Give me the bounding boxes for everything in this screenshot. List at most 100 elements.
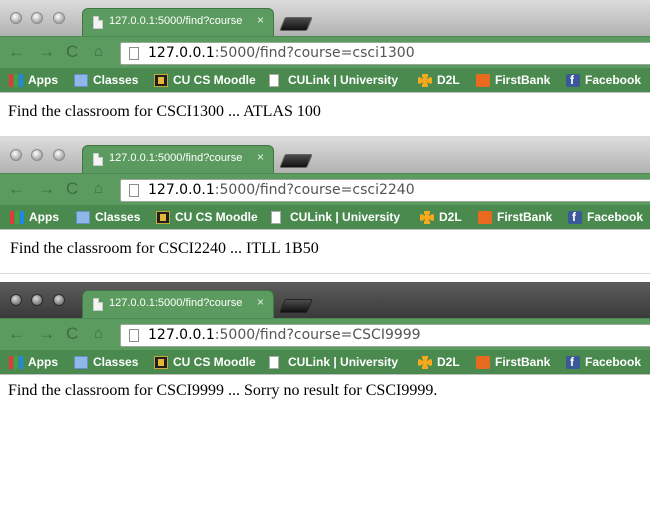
folder-icon bbox=[74, 356, 88, 369]
browser-window-1: 127.0.0.1:5000/find?course × ← → C ⌂ 127… bbox=[0, 0, 650, 137]
firstbank-icon bbox=[476, 74, 490, 87]
folder-icon bbox=[74, 74, 88, 87]
bookmark-label: Classes bbox=[95, 210, 141, 224]
minimize-window-button[interactable] bbox=[31, 294, 43, 306]
facebook-icon bbox=[566, 355, 580, 369]
home-icon[interactable]: ⌂ bbox=[94, 180, 103, 198]
page-icon bbox=[269, 74, 279, 87]
bookmark-label: D2L bbox=[437, 355, 460, 369]
bookmark-label: Apps bbox=[29, 210, 59, 224]
apps-grid-icon bbox=[10, 211, 24, 224]
url-host: 127.0.0.1 bbox=[148, 327, 215, 343]
facebook-icon bbox=[568, 210, 582, 224]
bookmark-culink[interactable]: CULink | University o bbox=[269, 73, 401, 89]
page-icon bbox=[93, 298, 103, 311]
back-icon[interactable]: ← bbox=[8, 325, 25, 343]
bookmark-label: CULink | University o bbox=[288, 355, 401, 369]
bookmark-label: Classes bbox=[93, 73, 139, 87]
page-icon bbox=[129, 184, 139, 197]
page-icon bbox=[93, 153, 103, 166]
bookmark-label: D2L bbox=[437, 73, 460, 87]
minimize-window-button[interactable] bbox=[31, 12, 43, 24]
tab-close-icon[interactable]: × bbox=[257, 295, 264, 309]
bookmark-culink[interactable]: CULink | University o bbox=[269, 355, 401, 371]
bookmark-label: D2L bbox=[439, 210, 462, 224]
minimize-window-button[interactable] bbox=[31, 149, 43, 161]
result-text: Find the classroom for CSCI2240 ... ITLL… bbox=[10, 240, 319, 257]
page-icon bbox=[93, 16, 103, 29]
forward-icon[interactable]: → bbox=[38, 180, 55, 198]
forward-icon[interactable]: → bbox=[38, 43, 55, 61]
bookmark-label: Apps bbox=[28, 73, 58, 87]
tab-title: 127.0.0.1:5000/find?course bbox=[109, 297, 243, 309]
tab-close-icon[interactable]: × bbox=[257, 13, 264, 27]
url-text: 127.0.0.1:5000/find?course=csci1300 bbox=[148, 45, 415, 61]
home-icon[interactable]: ⌂ bbox=[94, 43, 103, 61]
d2l-icon bbox=[420, 211, 434, 224]
reload-icon[interactable]: C bbox=[66, 43, 78, 61]
bookmark-label: CU CS Moodle bbox=[175, 210, 258, 224]
tab-title: 127.0.0.1:5000/find?course bbox=[109, 15, 243, 27]
firstbank-icon bbox=[478, 211, 492, 224]
back-icon[interactable]: ← bbox=[8, 180, 25, 198]
title-bar: 127.0.0.1:5000/find?course × bbox=[0, 282, 650, 318]
back-icon[interactable]: ← bbox=[8, 43, 25, 61]
new-tab-button[interactable] bbox=[279, 299, 313, 313]
d2l-icon bbox=[418, 74, 432, 87]
page-icon bbox=[271, 211, 281, 224]
browser-window-3: 127.0.0.1:5000/find?course × ← → C ⌂ 127… bbox=[0, 282, 650, 507]
zoom-window-button[interactable] bbox=[53, 149, 65, 161]
cu-logo-icon bbox=[154, 74, 168, 87]
firstbank-icon bbox=[476, 356, 490, 369]
address-bar[interactable]: 127.0.0.1:5000/find?course=csci2240 bbox=[120, 179, 650, 202]
url-text: 127.0.0.1:5000/find?course=csci2240 bbox=[148, 182, 415, 198]
toolbar: ← → C ⌂ 127.0.0.1:5000/find?course=csci2… bbox=[0, 173, 650, 205]
title-bar: 127.0.0.1:5000/find?course × bbox=[0, 0, 650, 36]
url-text: 127.0.0.1:5000/find?course=CSCI9999 bbox=[148, 327, 421, 343]
home-icon[interactable]: ⌂ bbox=[94, 325, 103, 343]
folder-icon bbox=[76, 211, 90, 224]
page-icon bbox=[129, 329, 139, 342]
bookmark-label: Facebook bbox=[585, 73, 642, 87]
url-path: :5000/find?course=csci2240 bbox=[214, 182, 415, 198]
bookmark-label: FirstBank bbox=[495, 355, 551, 369]
bookmark-label: Facebook bbox=[587, 210, 644, 224]
zoom-window-button[interactable] bbox=[53, 12, 65, 24]
browser-window-2: 127.0.0.1:5000/find?course × ← → C ⌂ 127… bbox=[0, 137, 650, 282]
browser-tab[interactable]: 127.0.0.1:5000/find?course × bbox=[82, 290, 274, 318]
new-tab-button[interactable] bbox=[279, 154, 313, 168]
d2l-icon bbox=[418, 356, 432, 369]
reload-icon[interactable]: C bbox=[66, 180, 78, 198]
apps-grid-icon bbox=[9, 356, 23, 369]
bookmark-label: FirstBank bbox=[495, 73, 551, 87]
browser-tab[interactable]: 127.0.0.1:5000/find?course × bbox=[82, 8, 274, 36]
new-tab-button[interactable] bbox=[279, 17, 313, 31]
forward-icon[interactable]: → bbox=[38, 325, 55, 343]
bookmarks-bar: Apps Classes CU CS Moodle CULink | Unive… bbox=[0, 68, 650, 93]
close-window-button[interactable] bbox=[10, 294, 22, 306]
tab-close-icon[interactable]: × bbox=[257, 150, 264, 164]
bookmarks-bar: Apps Classes CU CS Moodle CULink | Unive… bbox=[0, 205, 650, 230]
reload-icon[interactable]: C bbox=[66, 325, 78, 343]
apps-grid-icon bbox=[9, 74, 23, 87]
address-bar[interactable]: 127.0.0.1:5000/find?course=csci1300 bbox=[120, 42, 650, 65]
bookmark-label: CU CS Moodle bbox=[173, 73, 256, 87]
page-icon bbox=[129, 47, 139, 60]
cu-logo-icon bbox=[156, 211, 170, 224]
browser-tab[interactable]: 127.0.0.1:5000/find?course × bbox=[82, 145, 274, 173]
bookmark-label: CULink | University o bbox=[290, 210, 403, 224]
bookmark-culink[interactable]: CULink | University o bbox=[271, 210, 403, 226]
cu-logo-icon bbox=[154, 356, 168, 369]
toolbar: ← → C ⌂ 127.0.0.1:5000/find?course=csci1… bbox=[0, 36, 650, 68]
url-host: 127.0.0.1 bbox=[148, 182, 215, 198]
close-window-button[interactable] bbox=[10, 149, 22, 161]
bookmark-label: FirstBank bbox=[497, 210, 553, 224]
address-bar[interactable]: 127.0.0.1:5000/find?course=CSCI9999 bbox=[120, 324, 650, 347]
zoom-window-button[interactable] bbox=[53, 294, 65, 306]
facebook-icon bbox=[566, 73, 580, 87]
close-window-button[interactable] bbox=[10, 12, 22, 24]
url-path: :5000/find?course=csci1300 bbox=[214, 45, 415, 61]
tab-title: 127.0.0.1:5000/find?course bbox=[109, 152, 243, 164]
url-path: :5000/find?course=CSCI9999 bbox=[214, 327, 421, 343]
bookmarks-bar: Apps Classes CU CS Moodle CULink | Unive… bbox=[0, 350, 650, 375]
